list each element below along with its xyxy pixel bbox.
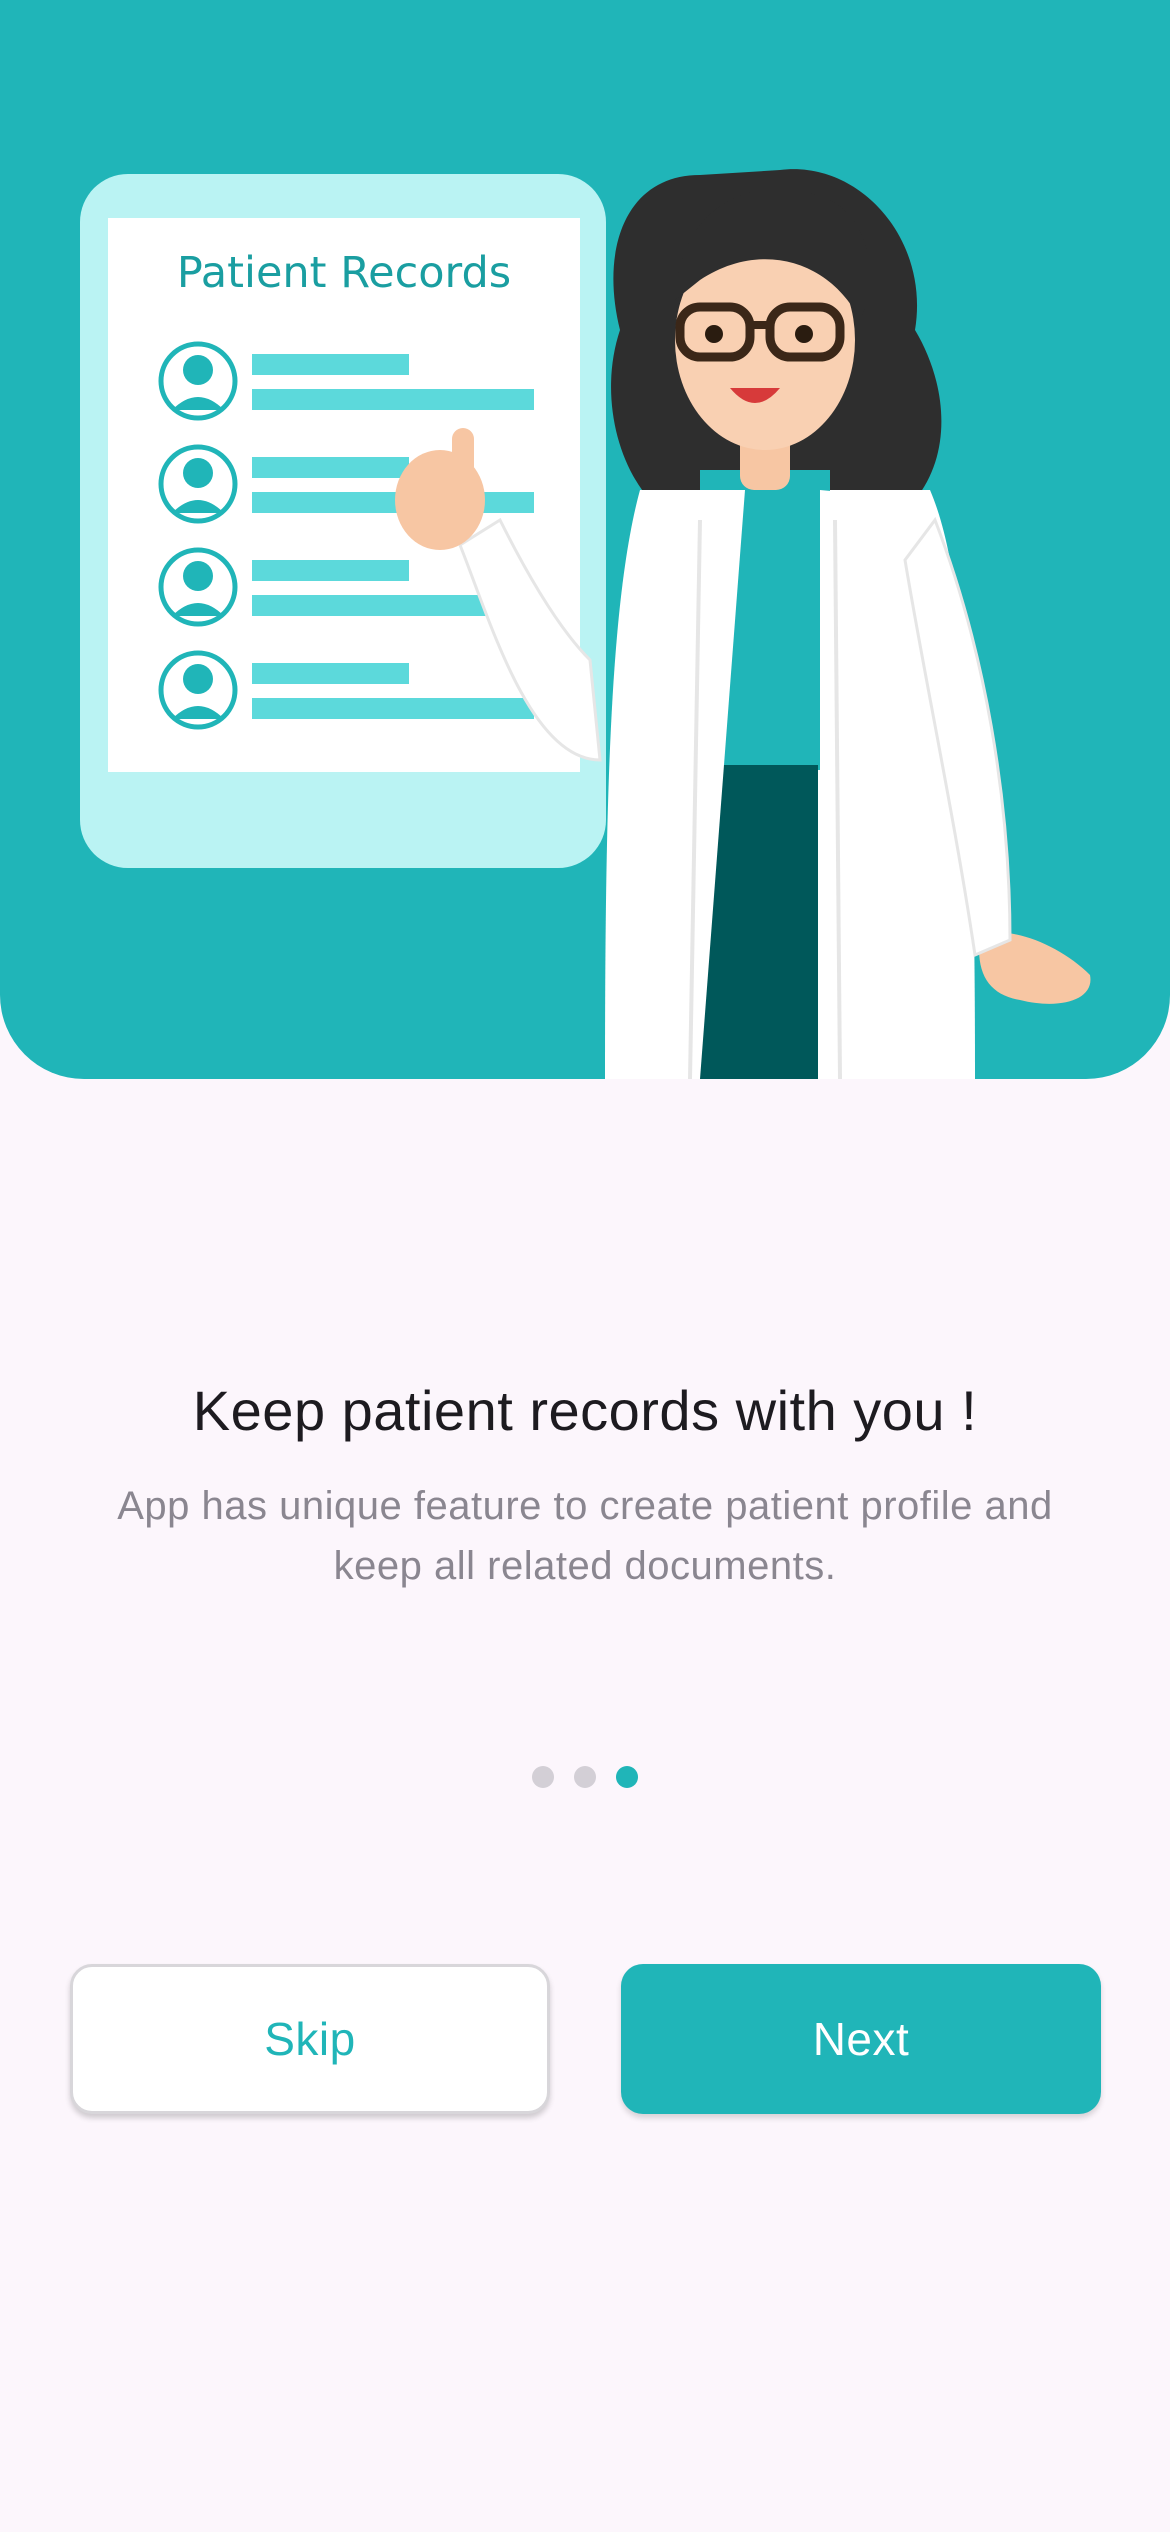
page-dot-3-active[interactable]: [616, 1766, 638, 1788]
onboarding-subtext: App has unique feature to create patient…: [117, 1484, 1053, 1588]
onboarding-headline: Keep patient records with you !: [192, 1379, 978, 1442]
page-dot-2[interactable]: [574, 1766, 596, 1788]
page-dot-1[interactable]: [532, 1766, 554, 1788]
card-title: Patient Records: [176, 248, 512, 298]
hero-illustration: Patient Records: [0, 0, 1170, 1079]
skip-button[interactable]: Skip: [70, 1964, 550, 2114]
doctor-illustration: [80, 169, 1091, 1079]
page-indicator: [0, 1766, 1170, 1788]
next-button[interactable]: Next: [621, 1964, 1101, 2114]
